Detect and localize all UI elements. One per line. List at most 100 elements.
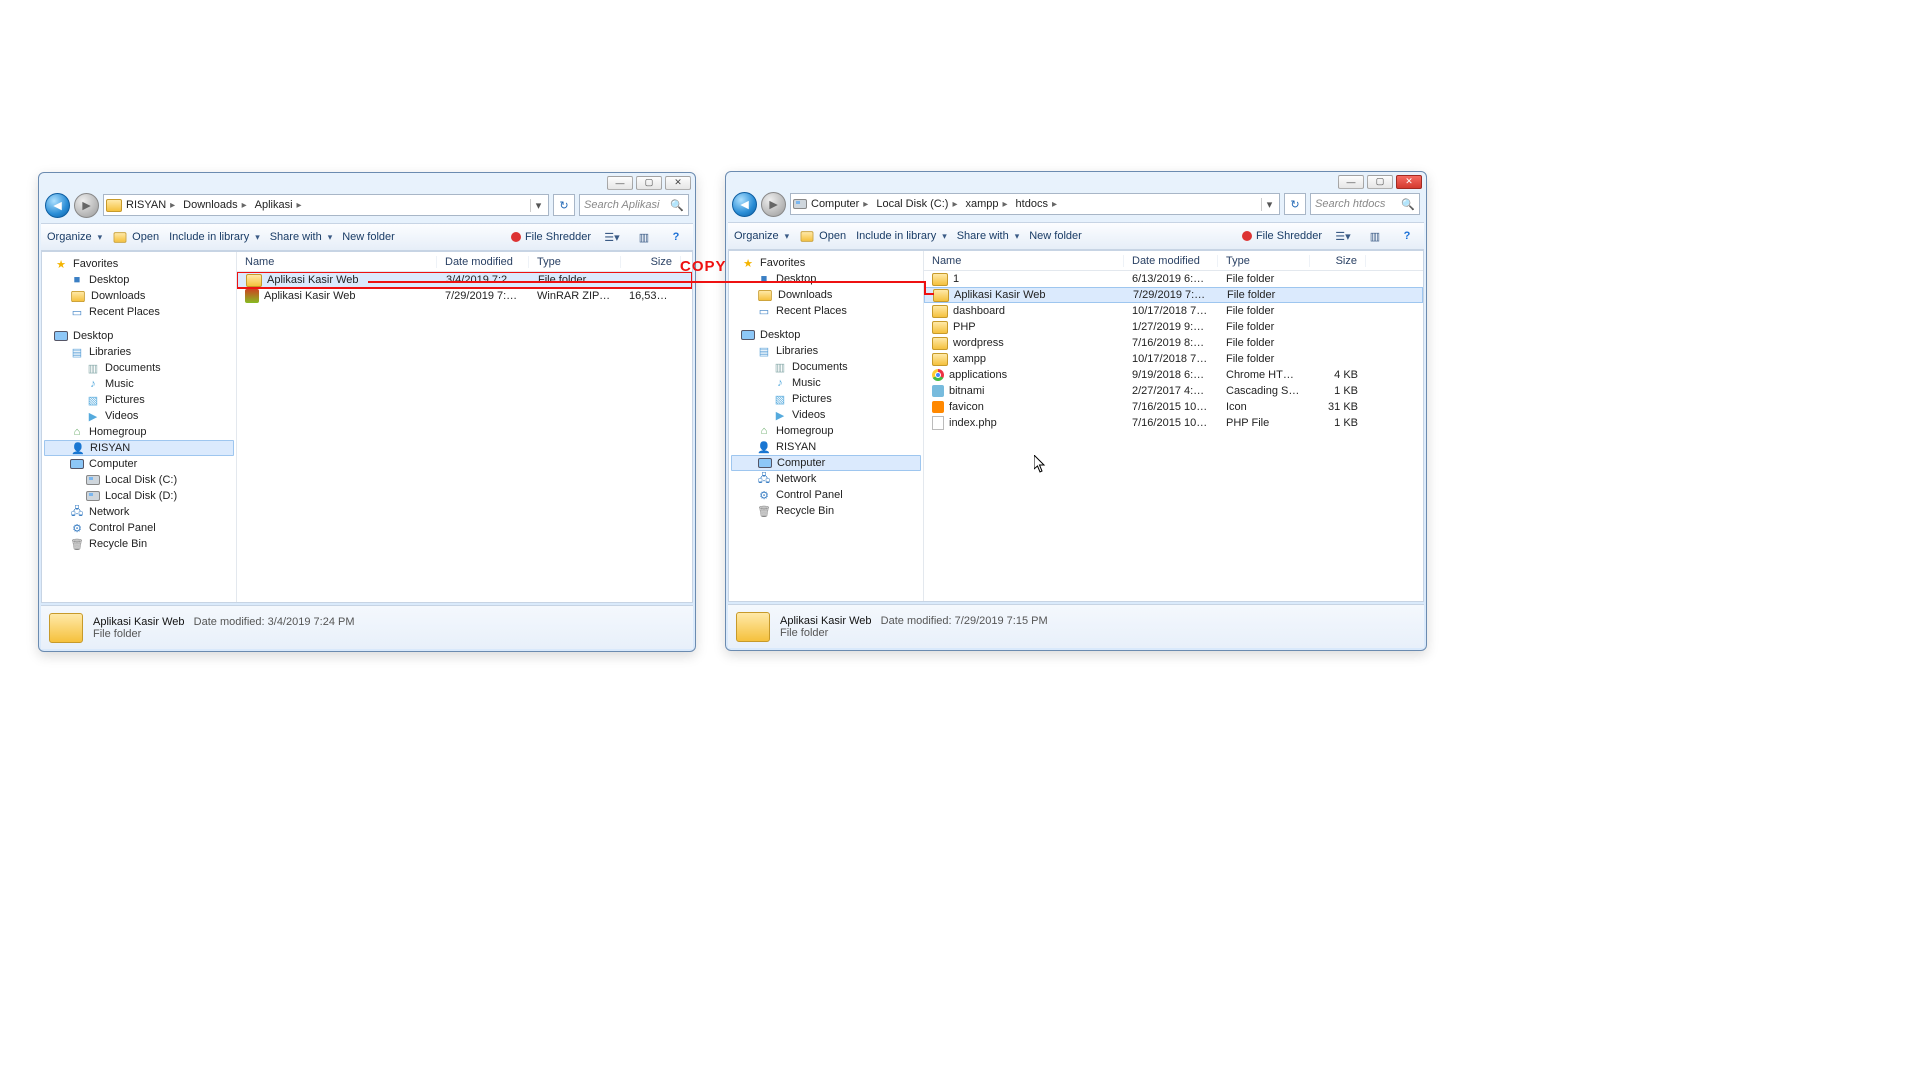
share-button[interactable]: Share with: [270, 231, 333, 243]
newfolder-button[interactable]: New folder: [342, 231, 395, 243]
refresh-button[interactable]: ↻: [1284, 193, 1306, 215]
nav-item[interactable]: 🗑Recycle Bin: [44, 536, 234, 552]
col-name[interactable]: Name: [237, 256, 437, 268]
open-button[interactable]: Open: [112, 231, 159, 244]
nav-item[interactable]: Local Disk (C:): [44, 472, 234, 488]
path-dropdown[interactable]: ▾: [530, 199, 546, 212]
minimize-button[interactable]: —: [1338, 175, 1364, 189]
nav-item[interactable]: ⚙Control Panel: [731, 487, 921, 503]
nav-item[interactable]: ⌂Homegroup: [44, 424, 234, 440]
nav-item[interactable]: ▧Pictures: [44, 392, 234, 408]
nav-item[interactable]: ▭Recent Places: [44, 304, 234, 320]
nav-item[interactable]: ▤Libraries: [44, 344, 234, 360]
breadcrumb[interactable]: RISYAN Downloads Aplikasi ▾: [103, 194, 549, 216]
shredder-button[interactable]: File Shredder: [511, 231, 591, 243]
table-row[interactable]: wordpress7/16/2019 8:22 AMFile folder: [924, 335, 1423, 351]
table-row[interactable]: Aplikasi Kasir Web7/29/2019 7:13 PMWinRA…: [237, 288, 692, 304]
back-button[interactable]: ◄: [732, 192, 757, 217]
nav-item[interactable]: ★Favorites: [44, 256, 234, 272]
nav-item[interactable]: ■Desktop: [44, 272, 234, 288]
table-row[interactable]: index.php7/16/2015 10:32 PMPHP File1 KB: [924, 415, 1423, 431]
newfolder-button[interactable]: New folder: [1029, 230, 1082, 242]
col-modified[interactable]: Date modified: [437, 256, 529, 268]
column-headers[interactable]: Name Date modified Type Size: [924, 251, 1423, 271]
column-headers[interactable]: Name Date modified Type Size: [237, 252, 692, 272]
breadcrumb[interactable]: Computer Local Disk (C:) xampp htdocs ▾: [790, 193, 1280, 215]
path-dropdown[interactable]: ▾: [1261, 198, 1277, 211]
include-button[interactable]: Include in library: [169, 231, 260, 243]
nav-item[interactable]: ▥Documents: [731, 359, 921, 375]
crumb[interactable]: RISYAN: [122, 199, 179, 211]
table-row[interactable]: Aplikasi Kasir Web3/4/2019 7:24 PMFile f…: [237, 272, 692, 288]
nav-item[interactable]: ★Favorites: [731, 255, 921, 271]
open-button[interactable]: Open: [799, 230, 846, 243]
table-row[interactable]: xampp10/17/2018 7:19 PMFile folder: [924, 351, 1423, 367]
help-button[interactable]: ?: [665, 231, 687, 243]
minimize-button[interactable]: —: [607, 176, 633, 190]
nav-item[interactable]: 👤RISYAN: [731, 439, 921, 455]
nav-item[interactable]: 🖧Network: [44, 504, 234, 520]
crumb[interactable]: xampp: [961, 198, 1011, 210]
nav-item[interactable]: ▧Pictures: [731, 391, 921, 407]
navigation-pane[interactable]: ★Favorites■DesktopDownloads▭Recent Place…: [729, 251, 924, 601]
view-button[interactable]: ☰▾: [601, 231, 623, 244]
nav-item[interactable]: ■Desktop: [731, 271, 921, 287]
nav-item[interactable]: ▶Videos: [44, 408, 234, 424]
preview-pane-button[interactable]: ▥: [1364, 230, 1386, 243]
refresh-button[interactable]: ↻: [553, 194, 575, 216]
table-row[interactable]: favicon7/16/2015 10:32 PMIcon31 KB: [924, 399, 1423, 415]
help-button[interactable]: ?: [1396, 230, 1418, 242]
table-row[interactable]: dashboard10/17/2018 7:19 PMFile folder: [924, 303, 1423, 319]
nav-item[interactable]: 🗑Recycle Bin: [731, 503, 921, 519]
navigation-pane[interactable]: ★Favorites■DesktopDownloads▭Recent Place…: [42, 252, 237, 602]
close-button[interactable]: ✕: [1396, 175, 1422, 189]
col-size[interactable]: Size: [621, 256, 681, 268]
nav-item[interactable]: 👤RISYAN: [44, 440, 234, 456]
crumb[interactable]: Computer: [807, 198, 872, 210]
crumb[interactable]: htdocs: [1012, 198, 1061, 210]
nav-item[interactable]: Downloads: [44, 288, 234, 304]
nav-item[interactable]: ▤Libraries: [731, 343, 921, 359]
search-input[interactable]: Search Aplikasi 🔍: [579, 194, 689, 216]
organize-button[interactable]: Organize: [47, 231, 102, 243]
file-list[interactable]: Aplikasi Kasir Web3/4/2019 7:24 PMFile f…: [237, 272, 692, 602]
close-button[interactable]: ✕: [665, 176, 691, 190]
crumb[interactable]: Local Disk (C:): [872, 198, 961, 210]
table-row[interactable]: 16/13/2019 6:39 PMFile folder: [924, 271, 1423, 287]
nav-item[interactable]: Computer: [44, 456, 234, 472]
nav-item[interactable]: 🖧Network: [731, 471, 921, 487]
preview-pane-button[interactable]: ▥: [633, 231, 655, 244]
nav-item[interactable]: ♪Music: [44, 376, 234, 392]
share-button[interactable]: Share with: [957, 230, 1020, 242]
col-type[interactable]: Type: [1218, 255, 1310, 267]
col-type[interactable]: Type: [529, 256, 621, 268]
col-size[interactable]: Size: [1310, 255, 1366, 267]
include-button[interactable]: Include in library: [856, 230, 947, 242]
forward-button[interactable]: ►: [74, 193, 99, 218]
table-row[interactable]: Aplikasi Kasir Web7/29/2019 7:15 PMFile …: [924, 287, 1423, 303]
nav-item[interactable]: ⌂Homegroup: [731, 423, 921, 439]
nav-item[interactable]: Desktop: [731, 327, 921, 343]
back-button[interactable]: ◄: [45, 193, 70, 218]
nav-item[interactable]: ▥Documents: [44, 360, 234, 376]
col-name[interactable]: Name: [924, 255, 1124, 267]
view-button[interactable]: ☰▾: [1332, 230, 1354, 243]
shredder-button[interactable]: File Shredder: [1242, 230, 1322, 242]
maximize-button[interactable]: ▢: [636, 176, 662, 190]
nav-item[interactable]: ♪Music: [731, 375, 921, 391]
file-list[interactable]: 16/13/2019 6:39 PMFile folderAplikasi Ka…: [924, 271, 1423, 601]
forward-button[interactable]: ►: [761, 192, 786, 217]
table-row[interactable]: bitnami2/27/2017 4:36 PMCascading Style …: [924, 383, 1423, 399]
maximize-button[interactable]: ▢: [1367, 175, 1393, 189]
table-row[interactable]: PHP1/27/2019 9:22 PMFile folder: [924, 319, 1423, 335]
crumb[interactable]: Downloads: [179, 199, 250, 211]
nav-item[interactable]: ⚙Control Panel: [44, 520, 234, 536]
nav-item[interactable]: ▭Recent Places: [731, 303, 921, 319]
col-modified[interactable]: Date modified: [1124, 255, 1218, 267]
nav-item[interactable]: Desktop: [44, 328, 234, 344]
table-row[interactable]: applications9/19/2018 6:06 AMChrome HTML…: [924, 367, 1423, 383]
search-input[interactable]: Search htdocs 🔍: [1310, 193, 1420, 215]
organize-button[interactable]: Organize: [734, 230, 789, 242]
nav-item[interactable]: Downloads: [731, 287, 921, 303]
nav-item[interactable]: ▶Videos: [731, 407, 921, 423]
